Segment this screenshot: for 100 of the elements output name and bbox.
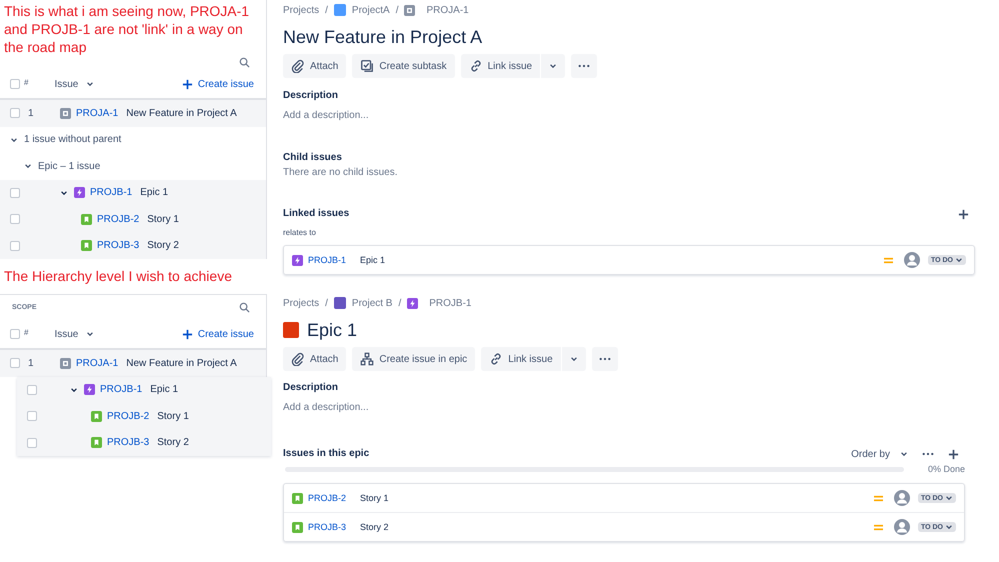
bookmark-icon (81, 240, 92, 252)
expand-caret-icon[interactable] (10, 136, 18, 144)
issue-row[interactable]: 1 PROJA-1 New Feature in Project A (0, 350, 266, 376)
issue-row[interactable]: PROJB-3 Story 2 (0, 232, 266, 259)
bookmark-icon (81, 214, 92, 225)
group-label[interactable]: 1 issue without parent (24, 134, 122, 146)
issue-row[interactable]: PROJB-2 Story 1 (0, 206, 266, 232)
breadcrumb-link[interactable]: Projects (283, 4, 320, 16)
plus-icon[interactable] (182, 78, 193, 90)
row-checkbox[interactable] (27, 411, 37, 422)
link-options-button[interactable] (562, 347, 586, 371)
action-button[interactable]: Attach (283, 347, 346, 371)
section-heading: Issues in this epic (283, 447, 370, 461)
action-button[interactable]: Create subtask (352, 54, 455, 78)
avatar-icon (904, 252, 920, 268)
caret-icon (900, 450, 908, 458)
breadcrumb-separator: / (396, 4, 398, 16)
issue-column-header[interactable]: Issue (54, 78, 94, 90)
group-label[interactable]: Epic – 1 issue (38, 160, 100, 172)
issue-key-link[interactable]: PROJB-3 (308, 522, 346, 532)
link-issue-button[interactable]: Link issue (460, 54, 540, 78)
annotation-note: The Hierarchy level I wish to achieve (3, 267, 233, 286)
caret-icon (945, 523, 953, 531)
issue-summary: Story 1 (147, 214, 179, 225)
issue-key-link[interactable]: PROJB-2 (107, 410, 150, 422)
issue-key-link[interactable]: PROJB-1 (100, 384, 142, 396)
issue-key-link[interactable]: PROJB-2 (97, 214, 140, 225)
issue-key-link[interactable]: PROJB-2 (308, 493, 346, 503)
link-options-button[interactable] (541, 54, 566, 78)
issue-column-header[interactable]: Issue (54, 328, 94, 340)
order-by-button[interactable]: Order by (851, 448, 908, 460)
breadcrumb-link[interactable]: ProjectA (352, 4, 390, 16)
issue-key-link[interactable]: PROJA-1 (76, 108, 118, 119)
breadcrumb-link[interactable]: Projects (283, 298, 320, 308)
caret-icon (955, 256, 963, 264)
row-checkbox[interactable] (10, 358, 20, 368)
more-icon[interactable] (578, 64, 590, 68)
description-field[interactable]: Add a description... (283, 399, 583, 415)
issue-key-link[interactable]: PROJA-1 (76, 358, 118, 369)
row-checkbox[interactable] (10, 214, 20, 224)
issue-summary: Epic 1 (140, 187, 168, 198)
avatar-icon (894, 490, 910, 506)
section-heading: Description (283, 89, 340, 103)
action-button[interactable]: Attach (283, 54, 346, 78)
issue-row[interactable]: PROJB-3 Story 2 (17, 430, 271, 456)
hierarchy-icon (360, 352, 374, 366)
row-checkbox[interactable] (10, 240, 20, 251)
description-field[interactable]: Add a description... (283, 107, 583, 123)
issue-key-link[interactable]: PROJB-3 (97, 240, 140, 252)
row-checkbox[interactable] (27, 384, 37, 395)
search-icon[interactable] (239, 302, 250, 313)
expand-caret-icon[interactable] (60, 188, 68, 197)
row-number: 1 (27, 358, 35, 369)
issue-row[interactable]: PROJB-1 Epic 1 (0, 180, 266, 206)
row-checkbox[interactable] (27, 438, 37, 448)
expand-caret-icon[interactable] (24, 162, 32, 170)
row-checkbox[interactable] (10, 108, 20, 118)
issue-row[interactable]: 1 PROJA-1 New Feature in Project A (0, 100, 266, 126)
create-issue-button[interactable]: Create issue (182, 78, 254, 90)
add-icon[interactable] (958, 208, 969, 220)
row-number: 1 (27, 108, 35, 119)
link-issue-button[interactable]: Link issue (481, 347, 561, 371)
search-icon[interactable] (239, 57, 250, 68)
issue-summary: Epic 1 (150, 384, 178, 396)
checkbox-icon (360, 59, 374, 73)
issue-summary: Story 1 (157, 410, 189, 422)
bookmark-icon (292, 492, 303, 504)
avatar-icon (894, 519, 910, 535)
more-icon[interactable] (922, 452, 934, 456)
breadcrumb-link[interactable]: PROJA-1 (426, 4, 469, 16)
bookmark-icon (91, 437, 102, 448)
section-heading: Description (283, 381, 340, 395)
issue-title: New Feature in Project A (283, 26, 482, 48)
issue-summary: New Feature in Project A (126, 108, 237, 119)
breadcrumb-link[interactable]: Project B (352, 298, 392, 308)
progress-reading: 0% Done (928, 464, 965, 474)
paperclip-icon (291, 59, 305, 73)
issue-row[interactable]: PROJB-1 Epic 1 (17, 376, 271, 403)
feature-icon (404, 4, 416, 16)
issue-key-link[interactable]: PROJB-1 (308, 255, 346, 265)
issue-summary: Story 2 (147, 240, 179, 252)
issue-summary: Story 2 (157, 437, 189, 448)
create-issue-button[interactable]: Create issue (182, 328, 254, 340)
empty-message: There are no child issues. (283, 166, 399, 180)
plus-icon[interactable] (182, 328, 193, 340)
issue-summary: Story 2 (360, 522, 389, 532)
select-all-checkbox[interactable] (10, 79, 20, 89)
issue-key-link[interactable]: PROJB-1 (90, 187, 132, 198)
more-icon[interactable] (598, 357, 611, 361)
issue-key-link[interactable]: PROJB-3 (107, 437, 150, 448)
issue-row[interactable]: PROJB-2 Story 1 (17, 403, 271, 430)
select-all-checkbox[interactable] (10, 329, 20, 339)
number-column-header: # (24, 78, 28, 87)
breadcrumb-link[interactable]: PROJB-1 (429, 298, 472, 308)
add-icon[interactable] (948, 448, 959, 460)
action-button[interactable]: Create issue in epic (352, 347, 476, 371)
row-checkbox[interactable] (10, 188, 20, 198)
expand-caret-icon[interactable] (70, 386, 78, 394)
feature-icon (60, 358, 71, 369)
issue-summary: Story 1 (360, 493, 389, 503)
